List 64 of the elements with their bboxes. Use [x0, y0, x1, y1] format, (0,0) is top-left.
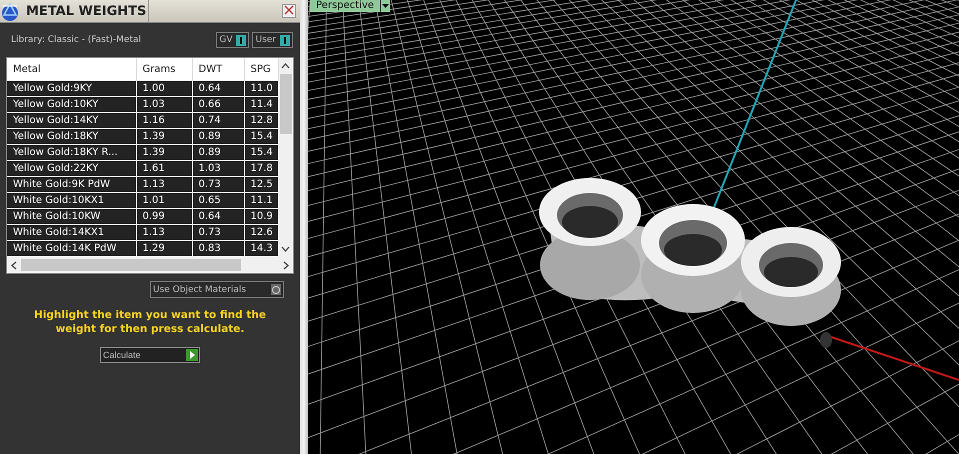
caret-icon	[380, 0, 390, 12]
table-cell: 10.9	[244, 208, 278, 224]
table-cell: 0.65	[192, 192, 244, 208]
play-icon	[186, 349, 198, 361]
table-cell: 15.4	[244, 128, 278, 144]
column-header[interactable]: Grams	[136, 58, 192, 80]
table-cell: 17.8	[244, 160, 278, 176]
table-cell: 0.64	[192, 80, 244, 96]
table-cell: 1.61	[136, 160, 192, 176]
table-cell: Yellow Gold:18KY	[7, 128, 136, 144]
vertical-scrollbar[interactable]	[278, 58, 293, 257]
table-cell: 1.13	[136, 176, 192, 192]
panel-title: METAL WEIGHTS	[25, 4, 148, 18]
library-label: Library: Classic - (Fast)-Metal	[11, 35, 142, 45]
table-cell: 1.13	[136, 224, 192, 240]
table-cell: White Gold:14K PdW	[7, 240, 136, 256]
instruction-text: Highlight the item you want to find the weight for then press calculate.	[33, 308, 267, 336]
table-cell: 0.64	[192, 208, 244, 224]
use-object-materials-toggle[interactable]: Use Object Materials	[150, 281, 284, 298]
table-cell: White Gold:10KW	[7, 208, 136, 224]
scroll-right-icon[interactable]	[283, 260, 289, 270]
column-header[interactable]: SPG	[244, 58, 278, 80]
table-cell: 11.0	[244, 80, 278, 96]
table-cell: White Gold:10KX1	[7, 192, 136, 208]
table-cell: 0.89	[192, 128, 244, 144]
table-cell: 12.6	[244, 224, 278, 240]
table-cell: 0.66	[192, 96, 244, 112]
table-cell: Yellow Gold:10KY	[7, 96, 136, 112]
table-cell: 1.39	[136, 128, 192, 144]
table-cell: 12.8	[244, 112, 278, 128]
table-cell: Yellow Gold:14KY	[7, 112, 136, 128]
table-cell: 12.5	[244, 176, 278, 192]
table-cell: 1.01	[136, 192, 192, 208]
table-cell: 1.29	[136, 240, 192, 256]
toggle-switch[interactable]: GV	[216, 32, 250, 48]
table-cell: 15.4	[244, 144, 278, 160]
table-cell: 0.73	[192, 176, 244, 192]
horizontal-scrollbar[interactable]	[7, 257, 293, 273]
close-button[interactable]	[282, 4, 296, 18]
table-cell: 11.1	[244, 192, 278, 208]
column-header[interactable]: DWT	[192, 58, 244, 80]
view-menu[interactable]: Perspective	[310, 0, 390, 12]
table-cell: Yellow Gold:18KY R...	[7, 144, 136, 160]
table-cell: 1.03	[192, 160, 244, 176]
table-cell: White Gold:9K PdW	[7, 176, 136, 192]
table-cell: 1.00	[136, 80, 192, 96]
scale-logo-icon	[0, 1, 20, 21]
toggle-switch[interactable]: User	[252, 32, 293, 48]
table-cell: 1.39	[136, 144, 192, 160]
scroll-left-icon[interactable]	[11, 260, 17, 270]
table-cell: 0.99	[136, 208, 192, 224]
table-cell: 11.4	[244, 96, 278, 112]
table-cell: 0.83	[192, 240, 244, 256]
table-cell: 14.3	[244, 240, 278, 256]
column-header[interactable]: Metal	[7, 58, 136, 80]
table-cell: Yellow Gold:9KY	[7, 80, 136, 96]
table-cell: Yellow Gold:22KY	[7, 160, 136, 176]
table-cell: White Gold:14KX1	[7, 224, 136, 240]
table-cell: 0.73	[192, 224, 244, 240]
table-cell: 1.03	[136, 96, 192, 112]
table-cell: 0.89	[192, 144, 244, 160]
calculate-button[interactable]: Calculate	[100, 347, 200, 363]
table-cell: 1.16	[136, 112, 192, 128]
table-cell: 0.74	[192, 112, 244, 128]
